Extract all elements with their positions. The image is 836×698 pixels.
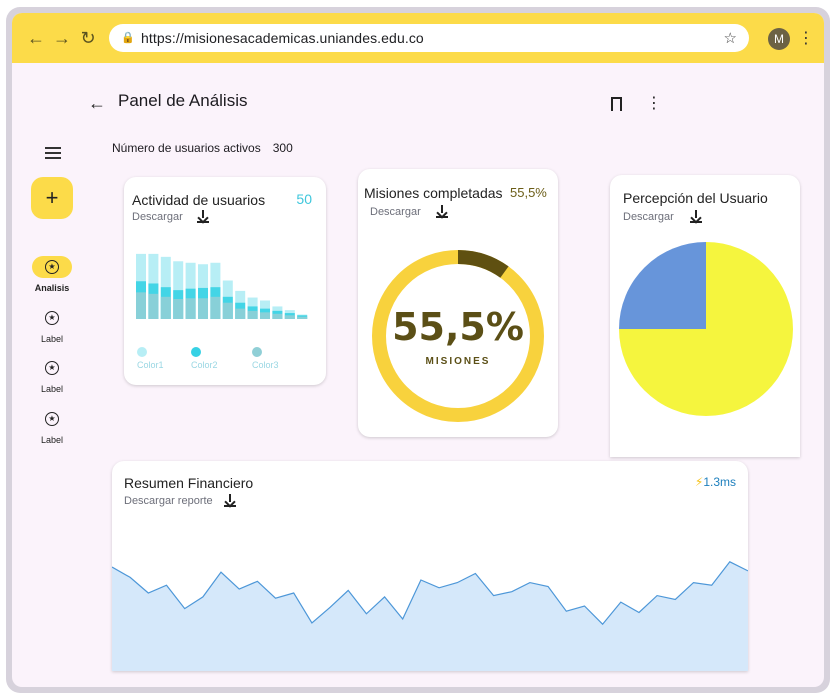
download-icon[interactable] bbox=[197, 210, 209, 223]
activity-bar-color3 bbox=[247, 310, 258, 319]
activity-bar-color3 bbox=[198, 298, 208, 319]
add-fab-button[interactable]: + bbox=[31, 177, 73, 219]
activity-bar-color3 bbox=[235, 308, 246, 319]
forward-arrow-icon[interactable]: → bbox=[50, 26, 74, 50]
url-text: https://misionesacademicas.uniandes.edu.… bbox=[141, 30, 424, 46]
legend-color2: Color2 bbox=[191, 347, 218, 370]
legend-label: Color3 bbox=[252, 360, 279, 370]
rail-indicator: ★ bbox=[32, 256, 72, 278]
legend-color3: Color3 bbox=[252, 347, 279, 370]
active-users-value: 300 bbox=[272, 141, 293, 155]
pie-slice-1 bbox=[619, 242, 706, 329]
missions-card: Misiones completadas 55,5% Descargar 55,… bbox=[358, 169, 558, 437]
rail-item-label: Analisis bbox=[34, 283, 70, 293]
app-content: ← Panel de Análisis ⋮ Número de usuarios… bbox=[12, 63, 824, 687]
user-activity-card: Actividad de usuarios 50 Descargar Color… bbox=[124, 177, 326, 385]
more-options-icon[interactable]: ⋮ bbox=[646, 93, 662, 113]
download-icon[interactable] bbox=[690, 210, 702, 223]
legend-label: Color2 bbox=[191, 360, 218, 370]
rail-indicator: ★ bbox=[32, 408, 72, 430]
activity-bar-color3 bbox=[148, 293, 159, 319]
bookmark-star-icon[interactable]: ☆ bbox=[724, 29, 737, 47]
activity-bar-color3 bbox=[160, 296, 171, 319]
activity-bar-color3 bbox=[297, 316, 308, 319]
rail-item-label-2[interactable]: ★ Label bbox=[26, 357, 78, 394]
rail-item-label-1[interactable]: ★ Label bbox=[26, 307, 78, 344]
card-title: Percepción del Usuario bbox=[623, 190, 768, 206]
download-icon[interactable] bbox=[224, 494, 236, 507]
legend-swatch bbox=[252, 347, 262, 357]
bookmark-icon[interactable] bbox=[611, 97, 622, 116]
activity-bar-color3 bbox=[185, 298, 196, 319]
latency-value: 1.3ms bbox=[703, 475, 736, 489]
download-link[interactable]: Descargar bbox=[132, 211, 183, 223]
legend-swatch bbox=[137, 347, 147, 357]
rail-item-label-3[interactable]: ★ Label bbox=[26, 408, 78, 445]
rail-indicator: ★ bbox=[32, 357, 72, 379]
address-bar[interactable]: 🔒 https://misionesacademicas.uniandes.ed… bbox=[109, 24, 749, 52]
rail-item-label: Label bbox=[40, 435, 64, 445]
perception-card: Percepción del Usuario Descargar bbox=[610, 175, 800, 457]
financial-summary-card: Resumen Financiero ⚡1.3ms Descargar repo… bbox=[112, 461, 748, 671]
browser-toolbar: ← → ↻ 🔒 https://misionesacademicas.unian… bbox=[12, 13, 824, 63]
activity-bar-color3 bbox=[222, 302, 233, 319]
activity-bar-color3 bbox=[210, 296, 221, 319]
activity-bar-color3 bbox=[272, 313, 283, 319]
perception-pie-chart bbox=[619, 242, 793, 416]
financial-area-chart bbox=[112, 561, 748, 671]
latency-badge: ⚡1.3ms bbox=[695, 475, 736, 489]
device-frame: ← → ↻ 🔒 https://misionesacademicas.unian… bbox=[6, 7, 830, 693]
legend-swatch bbox=[191, 347, 201, 357]
legend-color1: Color1 bbox=[137, 347, 164, 370]
reload-icon[interactable]: ↻ bbox=[76, 26, 100, 50]
page-title: Panel de Análisis bbox=[118, 91, 248, 110]
download-link[interactable]: Descargar bbox=[370, 206, 421, 218]
activity-bar-chart bbox=[136, 253, 308, 319]
star-icon: ★ bbox=[45, 260, 59, 274]
missions-percent-label: 55,5% bbox=[510, 185, 547, 200]
browser-window: ← → ↻ 🔒 https://misionesacademicas.unian… bbox=[12, 13, 824, 687]
activity-bar-color3 bbox=[136, 292, 146, 319]
download-report-link[interactable]: Descargar reporte bbox=[124, 495, 213, 507]
activity-bar-color3 bbox=[173, 299, 184, 319]
browser-menu-icon[interactable]: ⋮ bbox=[798, 27, 814, 51]
area-fill bbox=[112, 561, 748, 671]
donut-highlight-arc bbox=[457, 250, 509, 278]
activity-bar-color3 bbox=[260, 312, 270, 319]
active-users-label: Número de usuarios activos bbox=[112, 141, 261, 155]
download-icon[interactable] bbox=[436, 205, 448, 218]
back-arrow-icon[interactable]: ← bbox=[88, 93, 106, 114]
star-icon: ★ bbox=[45, 311, 59, 325]
card-title: Actividad de usuarios bbox=[132, 192, 266, 208]
activity-count-badge: 50 bbox=[296, 191, 312, 207]
profile-avatar[interactable]: M bbox=[768, 28, 790, 50]
activity-bar-color3 bbox=[284, 315, 295, 319]
rail-item-label: Label bbox=[40, 334, 64, 344]
rail-item-analisis[interactable]: ★ Analisis bbox=[26, 256, 78, 293]
donut-center-label: MISIONES bbox=[425, 356, 491, 367]
legend-label: Color1 bbox=[137, 360, 164, 370]
star-icon: ★ bbox=[45, 412, 59, 426]
donut-center-value: 55,5% bbox=[392, 305, 524, 349]
rail-item-label: Label bbox=[40, 384, 64, 394]
card-title: Resumen Financiero bbox=[124, 475, 254, 491]
back-arrow-icon[interactable]: ← bbox=[24, 26, 48, 50]
card-title: Misiones completadas bbox=[364, 185, 503, 201]
lock-icon: 🔒 bbox=[121, 32, 135, 44]
hamburger-menu-icon[interactable] bbox=[45, 147, 61, 159]
star-icon: ★ bbox=[45, 361, 59, 375]
rail-indicator: ★ bbox=[32, 307, 72, 329]
download-link[interactable]: Descargar bbox=[623, 211, 674, 223]
active-users-count: Número de usuarios activos 300 bbox=[112, 141, 293, 155]
